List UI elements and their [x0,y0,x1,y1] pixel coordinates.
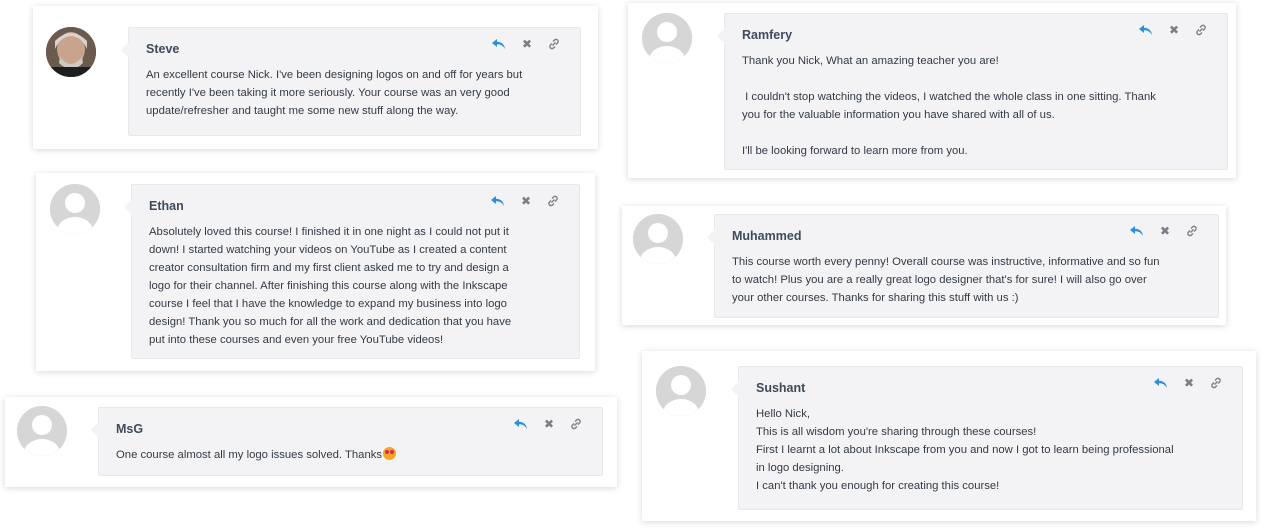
comment-actions: ✖ [490,195,559,207]
comment-actions: ✖ [1129,225,1198,237]
comment-line: your other courses. Thanks for sharing t… [732,292,1019,304]
default-user-icon [642,13,692,63]
comment-line: This is all wisdom you're sharing throug… [756,426,1037,438]
comment-line: Absolutely loved this course! I finished… [149,226,509,238]
reply-icon[interactable] [513,418,528,430]
comment-line [742,70,1217,88]
comment-author: Sushant [756,381,806,395]
comment-line: I couldn't stop watching the videos, I w… [742,91,1156,103]
comment-line: First I learnt a lot about Inkscape from… [756,444,1174,456]
comment-actions: ✖ [491,38,560,50]
reply-icon[interactable] [490,195,505,207]
comment-author: Ramfery [742,28,793,42]
link-icon[interactable] [1195,24,1207,36]
heart-eyes-emoji-icon [383,447,397,460]
comment-line: course I feel that I have the knowledge … [149,298,507,310]
comment-line: update/refresher and taught me some new … [146,105,459,117]
avatar [656,366,706,416]
comment-line: An excellent course Nick. I've been desi… [146,69,523,81]
comment-body: Thank you Nick, What an amazing teacher … [742,52,1217,160]
default-user-icon [50,184,100,234]
comment-line: put into these courses and even your fre… [149,334,444,346]
comment-bubble: Sushant ✖ Hello Nick, This is all wisdom… [731,366,1243,510]
comment-line: to watch! Plus you are a really great lo… [732,274,1147,286]
comment-line: recently I've been taking it more seriou… [146,87,510,99]
link-icon[interactable] [547,195,559,207]
comment-line: you for the valuable information you hav… [742,109,1055,121]
link-icon[interactable] [1210,377,1222,389]
comment-author: Steve [146,42,180,56]
comment-bubble: Muhammed ✖ This course worth every penny… [707,214,1219,318]
default-user-icon [633,214,683,264]
comment-card-steve: Steve ✖ An excellent course Nick. I've b… [33,6,598,149]
comment-body: Absolutely loved this course! I finished… [149,223,569,349]
comment-actions: ✖ [513,418,582,430]
comment-card-muhammed: Muhammed ✖ This course worth every penny… [622,206,1226,325]
comment-line: One course almost all my logo issues sol… [116,446,586,464]
comment-body: Hello Nick, This is all wisdom you're sh… [756,405,1236,495]
comment-line: I'll be looking forward to learn more fr… [742,145,968,157]
comment-author: Muhammed [732,229,802,243]
comment-card-ramfery: Ramfery ✖ Thank you Nick, What an amazin… [628,3,1236,178]
link-icon[interactable] [570,418,582,430]
comment-bubble: MsG ✖ One course almost all my logo issu… [91,407,603,476]
close-icon[interactable]: ✖ [521,195,531,207]
comment-bubble: Steve ✖ An excellent course Nick. I've b… [121,27,581,136]
reply-icon[interactable] [1138,24,1153,36]
avatar [633,214,683,264]
comment-bubble: Ramfery ✖ Thank you Nick, What an amazin… [717,13,1228,170]
close-icon[interactable]: ✖ [544,418,554,430]
comment-body: This course worth every penny! Overall c… [732,253,1212,307]
close-icon[interactable]: ✖ [1169,24,1179,36]
comment-line: Hello Nick, [756,408,810,420]
comment-card-sushant: Sushant ✖ Hello Nick, This is all wisdom… [642,351,1256,521]
comment-line: This course worth every penny! Overall c… [732,256,1160,268]
comment-actions: ✖ [1153,377,1222,389]
comment-bubble: Ethan ✖ Absolutely loved this course! I … [124,184,580,359]
close-icon[interactable]: ✖ [1160,225,1170,237]
default-user-icon [17,406,67,456]
reply-icon[interactable] [1153,377,1168,389]
comment-line: creator consultation firm and my first c… [149,262,509,274]
link-icon[interactable] [548,38,560,50]
comment-author: Ethan [149,199,184,213]
reply-icon[interactable] [1129,225,1144,237]
comment-line: in logo designing. [756,462,844,474]
comment-text: One course almost all my logo issues sol… [116,449,383,461]
comment-actions: ✖ [1138,24,1207,36]
default-user-icon [656,366,706,416]
close-icon[interactable]: ✖ [522,38,532,50]
close-icon[interactable]: ✖ [1184,377,1194,389]
comment-card-ethan: Ethan ✖ Absolutely loved this course! I … [36,173,595,371]
avatar [46,27,96,77]
comment-card-msg: MsG ✖ One course almost all my logo issu… [5,397,617,487]
comment-line: I can't thank you enough for creating th… [756,480,1000,492]
user-photo-icon [46,27,96,77]
avatar [17,406,67,456]
comment-line: logo for their channel. After finishing … [149,280,508,292]
link-icon[interactable] [1186,225,1198,237]
reply-icon[interactable] [491,38,506,50]
comment-line [742,124,1217,142]
comment-line: design! Thank you so much for all the wo… [149,316,512,328]
avatar [50,184,100,234]
comment-body: An excellent course Nick. I've been desi… [146,66,566,120]
comment-body: One course almost all my logo issues sol… [116,446,586,464]
avatar [642,13,692,63]
comment-line: down! I started watching your videos on … [149,244,507,256]
comment-line: Thank you Nick, What an amazing teacher … [742,55,999,67]
comment-author: MsG [116,422,144,436]
